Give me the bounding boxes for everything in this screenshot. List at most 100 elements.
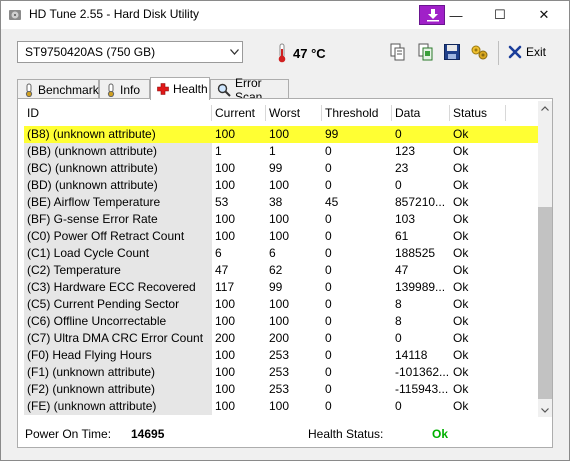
scroll-down-icon[interactable] [538, 403, 552, 417]
column-header[interactable]: Worst [266, 101, 322, 125]
table-row[interactable]: (C7) Ultra DMA CRC Error Count 200 200 0 0 Ok [24, 330, 538, 347]
title-bar[interactable]: HD Tune 2.55 - Hard Disk Utility — ☐ ✕ [1, 1, 569, 29]
table-cell: Ok [453, 229, 469, 243]
table-cell: 100 [269, 399, 290, 413]
table-cell: 200 [215, 331, 236, 345]
table-cell: 100 [215, 314, 236, 328]
table-header: ID Current Worst Threshold Data Status [24, 101, 538, 125]
drive-select-value: ST9750420AS (750 GB) [25, 45, 156, 59]
table-cell: 253 [269, 348, 290, 362]
tab-error-scan[interactable]: Error Scan [210, 76, 289, 104]
table-cell: 14118 [395, 348, 428, 362]
table-cell: 253 [269, 382, 290, 396]
table-row[interactable]: (C2) Temperature 47 62 0 47 Ok [24, 262, 538, 279]
column-header[interactable]: Threshold [322, 101, 392, 125]
table-row[interactable]: (F0) Head Flying Hours 100 253 0 14118 Ok [24, 347, 538, 364]
table-cell: 99 [269, 280, 283, 294]
copy-text-button[interactable] [389, 43, 409, 63]
table-cell: (BB) (unknown attribute) [24, 143, 212, 160]
table-cell: Ok [453, 297, 469, 311]
thermometer-icon [277, 43, 287, 66]
table-row[interactable]: (C3) Hardware ECC Recovered 117 99 0 139989.… [24, 279, 538, 296]
table-cell: 0 [325, 382, 332, 396]
table-cell: 61 [395, 229, 409, 243]
table-row[interactable]: (C1) Load Cycle Count 6 6 0 188525 Ok [24, 245, 538, 262]
table-cell: (C5) Current Pending Sector [24, 296, 212, 313]
table-cell: (BF) G-sense Error Rate [24, 211, 212, 228]
table-cell: 0 [325, 314, 332, 328]
table-row[interactable]: (C6) Offline Uncorrectable 100 100 0 8 Ok [24, 313, 538, 330]
tab-health[interactable]: Health [150, 77, 210, 100]
table-row[interactable]: (BB) (unknown attribute) 1 1 0 123 Ok [24, 143, 538, 160]
table-cell: 100 [215, 229, 236, 243]
scrollbar-thumb[interactable] [538, 207, 552, 399]
table-cell: 100 [215, 127, 236, 141]
table-cell: (C3) Hardware ECC Recovered [24, 279, 212, 296]
info-icon [106, 83, 116, 97]
vertical-scrollbar[interactable] [538, 101, 552, 417]
column-divider [211, 105, 212, 121]
health-status-label: Health Status: [308, 427, 384, 441]
table-cell: 38 [269, 195, 283, 209]
minimize-button[interactable]: — [433, 1, 479, 29]
chevron-down-icon [226, 42, 242, 62]
copy-screenshot-button[interactable] [417, 43, 437, 63]
tab-info[interactable]: Info [99, 79, 150, 99]
save-icon [444, 44, 460, 60]
exit-button[interactable]: Exit [508, 45, 546, 59]
scroll-up-icon[interactable] [538, 101, 552, 115]
table-row[interactable]: (F2) (unknown attribute) 100 253 0 -115943..… [24, 381, 538, 398]
table-cell: 139989... [395, 280, 446, 294]
table-cell: 47 [215, 263, 229, 277]
table-row[interactable]: (FE) (unknown attribute) 100 100 0 0 Ok [24, 398, 538, 415]
table-cell: 53 [215, 195, 229, 209]
table-cell: 0 [325, 229, 332, 243]
table-row[interactable]: (BE) Airflow Temperature 53 38 45 857210... O… [24, 194, 538, 211]
tab-benchmark[interactable]: Benchmark [17, 79, 99, 99]
error-scan-icon [217, 83, 231, 97]
table-cell: Ok [453, 382, 469, 396]
column-header[interactable]: Status [450, 101, 506, 125]
table-cell: Ok [453, 348, 469, 362]
table-cell: 0 [395, 178, 402, 192]
table-row[interactable]: (BC) (unknown attribute) 100 99 0 23 Ok [24, 160, 538, 177]
table-cell: Ok [453, 195, 469, 209]
table-cell: 0 [325, 331, 332, 345]
close-button[interactable]: ✕ [521, 1, 567, 29]
table-cell: 100 [215, 382, 236, 396]
table-row[interactable]: (BF) G-sense Error Rate 100 100 0 103 Ok [24, 211, 538, 228]
table-cell: 0 [325, 161, 332, 175]
table-row[interactable]: (C5) Current Pending Sector 100 100 0 8 Ok [24, 296, 538, 313]
copy-icon [390, 43, 405, 61]
table-cell: (BE) Airflow Temperature [24, 194, 212, 211]
table-row[interactable]: (B8) (unknown attribute) 100 100 99 0 Ok [24, 126, 538, 143]
table-cell: (BC) (unknown attribute) [24, 160, 212, 177]
toolbar: ST9750420AS (750 GB) 47 °C Exit [1, 29, 569, 77]
column-header[interactable]: Data [392, 101, 450, 125]
smart-table[interactable]: ID Current Worst Threshold Data Status (… [24, 101, 538, 417]
table-cell: 0 [325, 297, 332, 311]
table-cell: 253 [269, 365, 290, 379]
column-header[interactable]: ID [24, 101, 212, 125]
maximize-button[interactable]: ☐ [477, 1, 523, 29]
table-cell: 100 [215, 178, 236, 192]
options-button[interactable] [470, 43, 490, 63]
table-cell: 23 [395, 161, 409, 175]
table-cell: 0 [395, 399, 402, 413]
table-cell: 0 [325, 365, 332, 379]
table-cell: Ok [453, 127, 469, 141]
table-cell: Ok [453, 399, 469, 413]
table-row[interactable]: (C0) Power Off Retract Count 100 100 0 61 Ok [24, 228, 538, 245]
table-cell: 100 [215, 212, 236, 226]
drive-select[interactable]: ST9750420AS (750 GB) [17, 41, 243, 63]
table-cell: 117 [215, 280, 235, 294]
app-icon [8, 8, 22, 22]
health-icon [157, 83, 169, 95]
table-cell: (FE) (unknown attribute) [24, 398, 212, 415]
save-button[interactable] [443, 43, 463, 63]
table-row[interactable]: (BD) (unknown attribute) 100 100 0 0 Ok [24, 177, 538, 194]
table-cell: Ok [453, 161, 469, 175]
table-cell: -115943... [395, 382, 449, 396]
table-row[interactable]: (F1) (unknown attribute) 100 253 0 -101362..… [24, 364, 538, 381]
column-header[interactable]: Current [212, 101, 266, 125]
